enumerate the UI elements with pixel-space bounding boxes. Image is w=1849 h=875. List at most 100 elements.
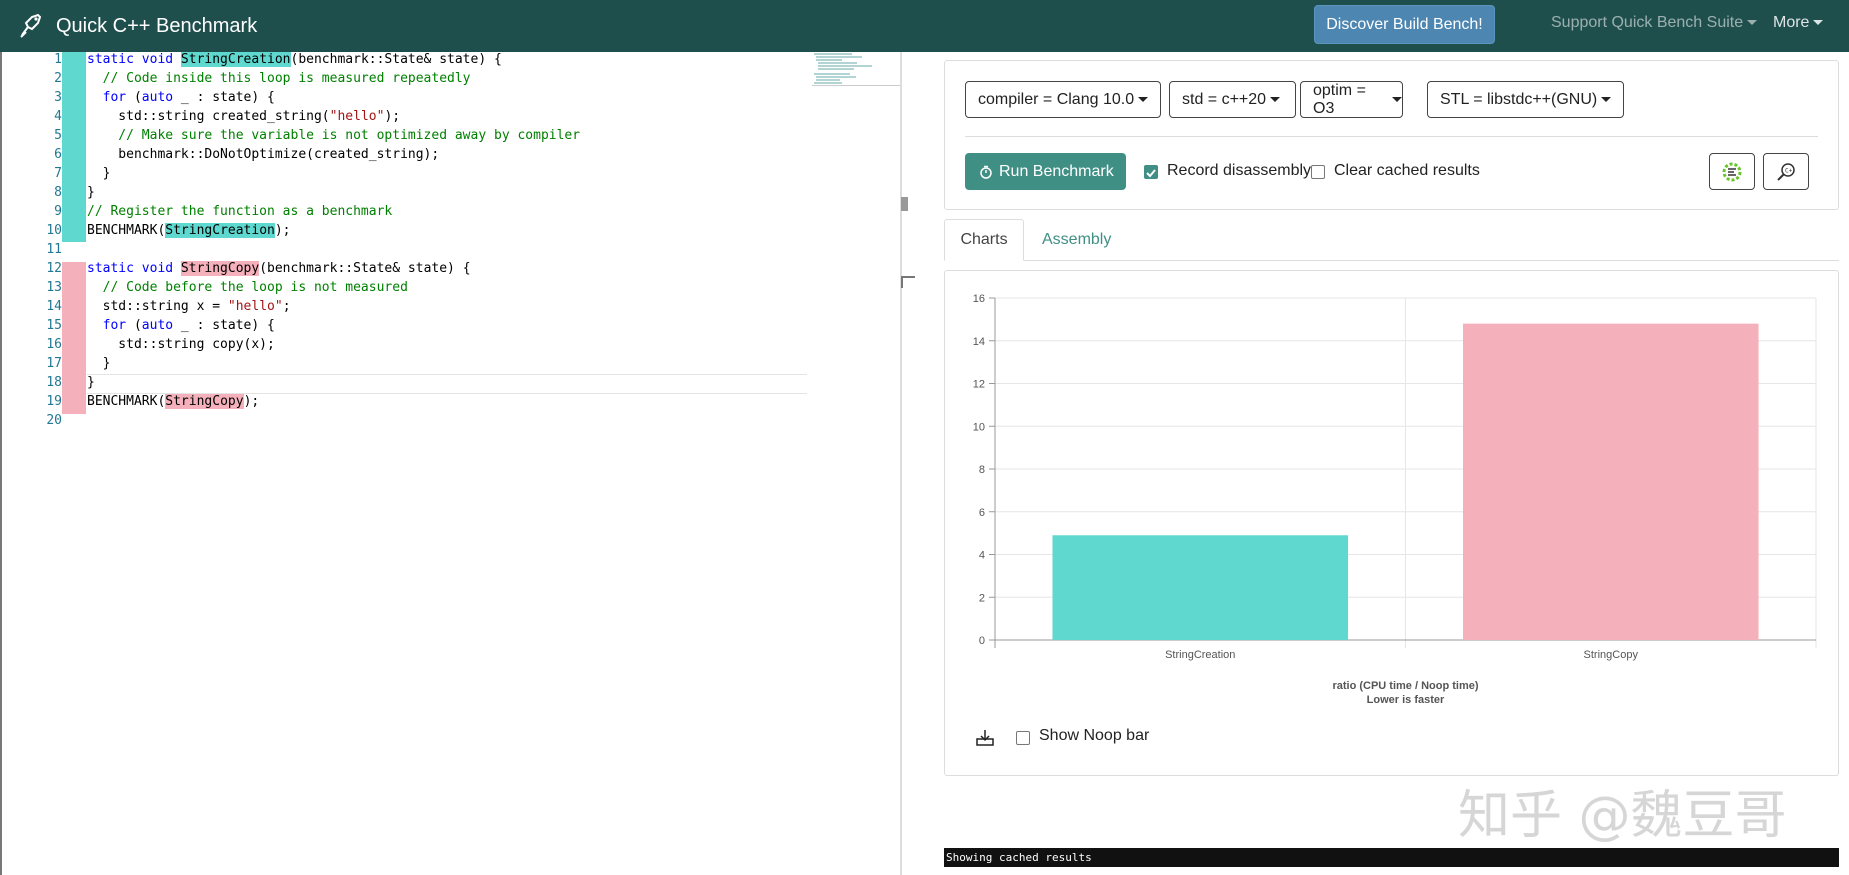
- line-number: 1: [54, 52, 62, 67]
- y-tick-label: 4: [979, 550, 985, 562]
- record-disassembly-checkbox[interactable]: [1144, 165, 1158, 179]
- line-number: 19: [46, 394, 62, 409]
- split-handle-corner[interactable]: [901, 276, 915, 288]
- line-number: 13: [46, 280, 62, 295]
- bar-stringcopy: [1462, 323, 1759, 640]
- chart-panel: 0 2 4 6 8 10 12 14 16 StringCreation StringCopy rat…: [944, 270, 1839, 776]
- y-tick-label: 2: [979, 592, 985, 604]
- download-icon[interactable]: [975, 729, 995, 747]
- editor-minimap[interactable]: [812, 52, 902, 86]
- benchmark-marker-stringcopy: [62, 262, 86, 414]
- tab-assembly[interactable]: Assembly: [1042, 219, 1111, 261]
- line-number: 10: [46, 223, 62, 238]
- chevron-down-icon: [1747, 20, 1758, 26]
- code-line-13: // Code before the loop is not measured: [87, 280, 408, 295]
- line-number: 15: [46, 318, 62, 333]
- chevron-down-icon: [1138, 97, 1149, 102]
- more-label: More: [1773, 14, 1810, 31]
- compiler-explorer-button[interactable]: [1709, 153, 1755, 190]
- line-number: 2: [54, 71, 62, 86]
- x-axis-label: ratio (CPU time / Noop time): [1332, 680, 1478, 692]
- brand-title: Quick C++ Benchmark: [56, 14, 258, 37]
- line-number: 5: [54, 128, 62, 143]
- code-line-12: static void StringCopy(benchmark::State&…: [87, 261, 471, 276]
- y-tick-label: 6: [979, 507, 985, 519]
- y-tick-label: 14: [973, 336, 985, 348]
- code-line-2: // Code inside this loop is measured rep…: [87, 71, 471, 86]
- chevron-down-icon: [1813, 20, 1824, 26]
- code-line-6: benchmark::DoNotOptimize(created_string)…: [87, 147, 440, 162]
- clear-cached-label: Clear cached results: [1334, 162, 1480, 179]
- config-divider: [965, 136, 1818, 137]
- optim-value: optim = O3: [1313, 81, 1366, 117]
- record-disassembly-label: Record disassembly: [1167, 162, 1312, 179]
- code-line-16: std::string copy(x);: [87, 337, 275, 352]
- y-tick-label: 12: [973, 379, 985, 391]
- code-line-19: BENCHMARK(StringCopy);: [87, 394, 260, 409]
- line-number: 4: [54, 109, 62, 124]
- run-benchmark-button[interactable]: Run Benchmark: [965, 153, 1126, 190]
- line-number: 8: [54, 185, 62, 200]
- quick-bench-search-button[interactable]: C+: [1763, 153, 1809, 190]
- x-tick-label: StringCopy: [1584, 649, 1639, 661]
- code-line-1: static void StringCreation(benchmark::St…: [87, 52, 502, 67]
- checkmark-icon: [1146, 169, 1156, 178]
- code-line-18: }: [87, 375, 95, 390]
- stopwatch-icon: [980, 165, 992, 179]
- show-noop-label: Show Noop bar: [1039, 727, 1150, 744]
- line-number: 12: [46, 261, 62, 276]
- stl-select[interactable]: STL = libstdc++(GNU): [1427, 81, 1624, 118]
- show-noop-checkbox[interactable]: [1016, 731, 1030, 745]
- chevron-down-icon: [1601, 97, 1612, 102]
- y-tick-label: 10: [973, 421, 985, 433]
- result-tabs: Charts Assembly: [944, 219, 1839, 261]
- code-line-5: // Make sure the variable is not optimiz…: [87, 128, 581, 143]
- optim-select[interactable]: optim = O3: [1300, 81, 1403, 118]
- code-line-14: std::string x = "hello";: [87, 299, 291, 314]
- rocket-logo-icon: [20, 13, 42, 38]
- discover-build-bench-button[interactable]: Discover Build Bench!: [1314, 5, 1495, 44]
- brand[interactable]: Quick C++ Benchmark: [18, 10, 257, 42]
- code-line-4: std::string created_string("hello");: [87, 109, 401, 124]
- status-bar: Showing cached results: [944, 848, 1839, 867]
- line-number: 6: [54, 147, 62, 162]
- line-number: 9: [54, 204, 62, 219]
- code-line-3: for (auto _ : state) {: [87, 90, 275, 105]
- line-number: 17: [46, 356, 62, 371]
- line-number: 3: [54, 90, 62, 105]
- x-tick-label: StringCreation: [1165, 649, 1235, 661]
- code-line-7: }: [87, 166, 111, 181]
- tab-charts[interactable]: Charts: [944, 219, 1024, 261]
- line-number: 20: [46, 413, 62, 428]
- chevron-down-icon: [1392, 97, 1402, 102]
- benchmark-marker-stringcreation: [62, 52, 86, 242]
- svg-text:C+: C+: [1785, 167, 1793, 174]
- benchmark-config-panel: compiler = Clang 10.0 std = c++20 optim …: [944, 60, 1839, 210]
- code-line-15: for (auto _ : state) {: [87, 318, 275, 333]
- support-label: Support Quick Bench Suite: [1551, 14, 1744, 31]
- stl-value: STL = libstdc++(GNU): [1440, 90, 1598, 108]
- more-dropdown[interactable]: More: [1773, 14, 1824, 32]
- benchmark-bar-chart: 0 2 4 6 8 10 12 14 16 StringCreation StringCopy rat…: [973, 293, 1817, 706]
- y-tick-label: 8: [979, 464, 985, 476]
- line-number: 16: [46, 337, 62, 352]
- line-number: 7: [54, 166, 62, 181]
- compiler-explorer-icon: [1722, 162, 1742, 181]
- code-line-9: // Register the function as a benchmark: [87, 204, 393, 219]
- support-dropdown[interactable]: Support Quick Bench Suite: [1551, 14, 1758, 32]
- clear-cached-checkbox[interactable]: [1311, 165, 1325, 179]
- line-number: 18: [46, 375, 62, 390]
- navbar: Quick C++ Benchmark Discover Build Bench…: [0, 0, 1849, 52]
- x-axis-sublabel: Lower is faster: [1367, 694, 1445, 706]
- std-select[interactable]: std = c++20: [1169, 81, 1296, 118]
- split-handle[interactable]: [901, 197, 908, 211]
- watermark: 知乎 @魏豆哥: [1458, 786, 1787, 846]
- compiler-select[interactable]: compiler = Clang 10.0: [965, 81, 1161, 118]
- code-line-17: }: [87, 356, 111, 371]
- run-benchmark-label: Run Benchmark: [999, 162, 1114, 180]
- current-line-highlight: [87, 374, 807, 394]
- code-editor[interactable]: 1 2 3 4 5 6 7 8 9 10 11 12 13 14 15 16 17 18 19 20 static v…: [0, 52, 902, 875]
- editor-scrollbar[interactable]: [900, 52, 902, 875]
- code-line-10: BENCHMARK(StringCreation);: [87, 223, 291, 238]
- chevron-down-icon: [1270, 97, 1281, 102]
